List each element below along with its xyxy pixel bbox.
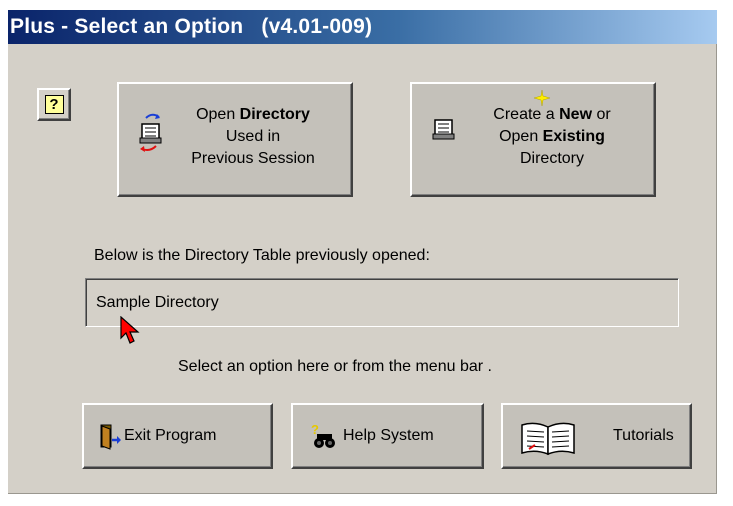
label-line1-bold: Directory (239, 106, 310, 123)
exit-door-icon (98, 423, 122, 456)
label-line3: Previous Session (191, 150, 315, 167)
open-directory-icon (137, 112, 165, 163)
tutorials-label: Tutorials (613, 427, 674, 444)
label-line1-post: or (592, 106, 611, 123)
label-line2: Used in (225, 128, 281, 145)
window-title[interactable]: Plus - Select an Option (v4.01-009) (8, 10, 717, 44)
exit-program-label: Exit Program (124, 427, 217, 444)
label-line1-bold: New (559, 106, 593, 123)
tutorials-button[interactable]: Tutorials (501, 403, 692, 469)
label-line3: Directory (519, 150, 584, 167)
question-mark-icon: ? (44, 95, 64, 114)
book-icon (519, 419, 577, 462)
label-line1-text: Open (196, 106, 240, 123)
label-line2-bold: Existing (542, 128, 605, 145)
help-system-button[interactable]: ? Help System (291, 403, 484, 469)
directory-table-label: Below is the Directory Table previously … (94, 247, 430, 264)
label-line1-text: Create a (493, 106, 560, 123)
binoculars-icon: ? (311, 422, 337, 456)
new-directory-icon (430, 114, 458, 155)
instruction-text: Select an option here or from the menu b… (178, 358, 492, 375)
exit-program-button[interactable]: Exit Program (82, 403, 273, 469)
open-previous-directory-label: Open Directory Used in Previous Session (167, 104, 339, 170)
label-line2-text: Open (499, 128, 543, 145)
create-or-open-directory-label: Create a New or Open Existing Directory (462, 104, 642, 170)
open-previous-directory-button[interactable]: Open Directory Used in Previous Session (117, 82, 353, 197)
previous-directory-field[interactable]: Sample Directory (85, 278, 679, 327)
context-help-button[interactable]: ? (37, 88, 71, 121)
dialog-window: Plus - Select an Option (v4.01-009) ? Op… (8, 10, 717, 494)
mouse-pointer-icon (120, 315, 144, 351)
create-or-open-directory-button[interactable]: Create a New or Open Existing Directory (410, 82, 656, 197)
help-system-label: Help System (343, 427, 434, 444)
